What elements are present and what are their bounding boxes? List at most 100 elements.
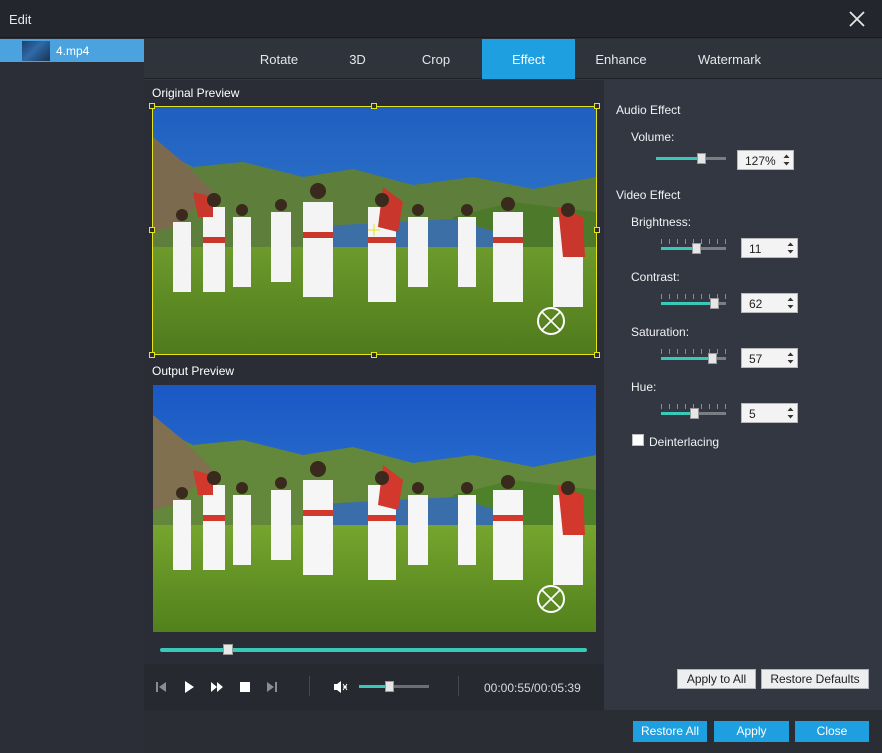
slider-tick: [685, 349, 686, 354]
spin-arrows-icon[interactable]: [787, 351, 794, 365]
slider-tick: [677, 294, 678, 299]
slider-tick: [717, 404, 718, 409]
hue-value: 5: [749, 407, 756, 421]
file-list: 4.mp4: [0, 39, 144, 753]
slider-tick: [701, 404, 702, 409]
slider-tick: [685, 404, 686, 409]
slider-tick: [661, 349, 662, 354]
tab-crop[interactable]: Crop: [391, 39, 481, 79]
crop-handle-bottom-left[interactable]: [149, 352, 155, 358]
brightness-fill: [661, 247, 696, 250]
slider-tick: [685, 239, 686, 244]
fast-forward-icon[interactable]: [210, 680, 224, 694]
slider-tick: [661, 239, 662, 244]
deinterlacing-checkbox[interactable]: [632, 434, 644, 446]
slider-tick: [685, 294, 686, 299]
spin-arrows-icon[interactable]: [783, 153, 790, 167]
tab-enhance[interactable]: Enhance: [575, 39, 667, 79]
slider-tick: [709, 239, 710, 244]
effect-settings-panel: [604, 80, 882, 710]
apply-button[interactable]: Apply: [714, 721, 789, 742]
crosshair-icon: [368, 224, 380, 236]
crop-handle-top-right[interactable]: [594, 103, 600, 109]
close-button[interactable]: Close: [795, 721, 869, 742]
slider-tick: [709, 404, 710, 409]
volume-spinbox[interactable]: 127%: [737, 150, 794, 170]
crop-handle-bottom-right[interactable]: [594, 352, 600, 358]
restore-all-button[interactable]: Restore All: [633, 721, 707, 742]
tab-bar: Rotate 3D Crop Effect Enhance Watermark: [144, 39, 882, 79]
tab-effect[interactable]: Effect: [482, 39, 575, 79]
spin-arrows-icon[interactable]: [787, 241, 794, 255]
brightness-label: Brightness:: [631, 215, 692, 229]
slider-tick: [693, 294, 694, 299]
saturation-value: 57: [749, 352, 763, 366]
player-volume-thumb[interactable]: [385, 681, 395, 692]
original-preview-label: Original Preview: [152, 86, 240, 100]
apply-to-all-button[interactable]: Apply to All: [677, 669, 756, 689]
slider-tick: [669, 294, 670, 299]
slider-tick: [701, 349, 702, 354]
title-bar: Edit: [0, 0, 882, 38]
crop-handle-top-left[interactable]: [149, 103, 155, 109]
brightness-spinbox[interactable]: 11: [741, 238, 798, 258]
file-list-item[interactable]: 4.mp4: [0, 39, 144, 62]
slider-tick: [677, 349, 678, 354]
close-icon[interactable]: [846, 8, 868, 30]
hue-spinbox[interactable]: 5: [741, 403, 798, 423]
slider-tick: [677, 404, 678, 409]
slider-tick: [669, 349, 670, 354]
crop-handle-top[interactable]: [371, 103, 377, 109]
crop-handle-bottom[interactable]: [371, 352, 377, 358]
play-icon[interactable]: [182, 680, 196, 694]
divider: [309, 676, 310, 696]
restore-defaults-button[interactable]: Restore Defaults: [761, 669, 869, 689]
slider-tick: [661, 404, 662, 409]
brightness-value: 11: [749, 242, 762, 256]
volume-value: 127%: [745, 154, 776, 168]
slider-tick: [725, 294, 726, 299]
contrast-label: Contrast:: [631, 270, 680, 284]
tab-rotate[interactable]: Rotate: [234, 39, 324, 79]
audio-volume-thumb[interactable]: [696, 153, 706, 164]
contrast-value: 62: [749, 297, 763, 311]
audio-volume-fill: [656, 157, 701, 160]
spin-arrows-icon[interactable]: [787, 296, 794, 310]
tab-3d[interactable]: 3D: [324, 39, 391, 79]
skip-to-start-icon[interactable]: [154, 680, 168, 694]
saturation-spinbox[interactable]: 57: [741, 348, 798, 368]
tab-watermark[interactable]: Watermark: [667, 39, 792, 79]
spin-arrows-icon[interactable]: [787, 406, 794, 420]
window-title: Edit: [9, 12, 32, 27]
slider-tick: [661, 294, 662, 299]
volume-icon[interactable]: [333, 679, 348, 693]
slider-tick: [717, 239, 718, 244]
saturation-label: Saturation:: [631, 325, 690, 339]
stop-icon[interactable]: [238, 680, 252, 694]
saturation-thumb[interactable]: [708, 353, 717, 364]
slider-tick: [725, 349, 726, 354]
slider-tick: [701, 294, 702, 299]
brightness-thumb[interactable]: [692, 243, 701, 254]
contrast-thumb[interactable]: [710, 298, 719, 309]
crop-handle-right[interactable]: [594, 227, 600, 233]
video-effect-heading: Video Effect: [616, 188, 681, 202]
crop-handle-left[interactable]: [149, 227, 155, 233]
deinterlacing-label: Deinterlacing: [649, 435, 720, 449]
seek-bar-thumb[interactable]: [223, 644, 234, 655]
output-preview-label: Output Preview: [152, 364, 235, 378]
skip-to-end-icon[interactable]: [265, 680, 279, 694]
timecode: 00:00:55/00:05:39: [484, 681, 581, 695]
contrast-spinbox[interactable]: 62: [741, 293, 798, 313]
slider-tick: [677, 239, 678, 244]
video-thumbnail: [22, 41, 50, 61]
divider: [458, 676, 459, 696]
slider-tick: [725, 239, 726, 244]
output-preview-video: [153, 385, 596, 632]
slider-tick: [693, 349, 694, 354]
slider-tick: [669, 239, 670, 244]
slider-tick: [669, 404, 670, 409]
volume-label: Volume:: [631, 130, 675, 144]
hue-thumb[interactable]: [690, 408, 699, 419]
file-name: 4.mp4: [56, 44, 90, 58]
